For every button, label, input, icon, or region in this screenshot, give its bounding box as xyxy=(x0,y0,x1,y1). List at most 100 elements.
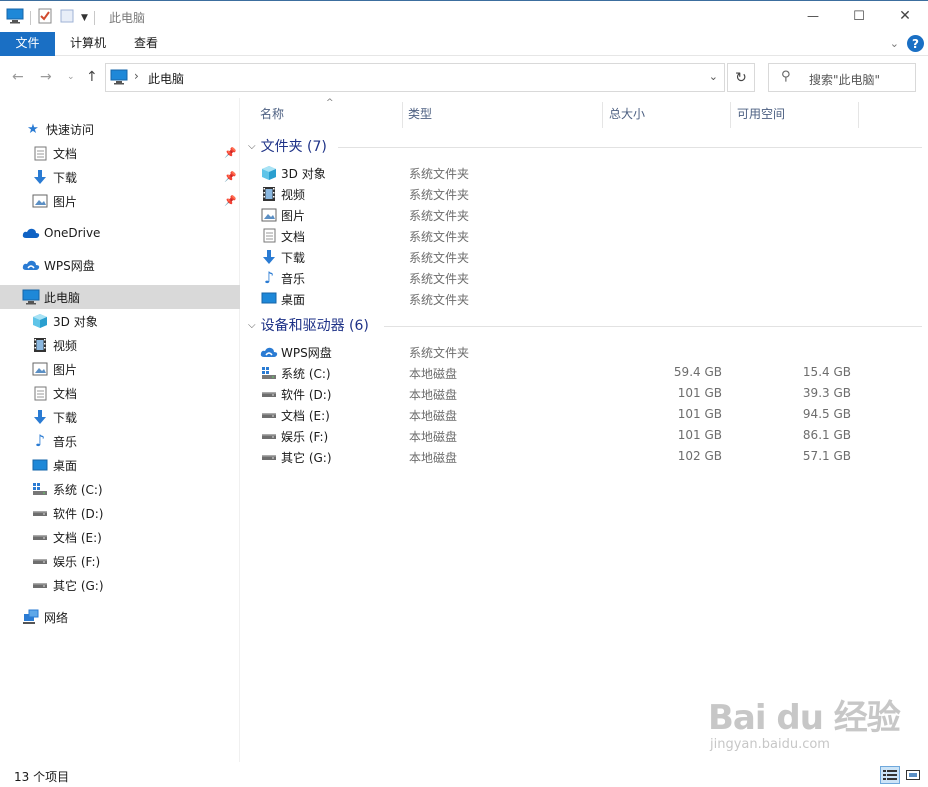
item-total-size: 101 GB xyxy=(677,407,722,421)
tab-computer[interactable]: 计算机 xyxy=(56,32,120,56)
window-title: 此电脑 xyxy=(109,11,146,25)
sidebar-item-pc-4[interactable]: 下载 xyxy=(0,405,240,429)
drive-icon xyxy=(31,504,49,522)
sidebar-item-pc-6[interactable]: 桌面 xyxy=(0,453,240,477)
sidebar-item-pc-0[interactable]: 3D 对象 xyxy=(0,309,240,333)
sidebar-item-network[interactable]: 网络 xyxy=(0,605,240,629)
toolbar-separator xyxy=(30,10,31,25)
list-item[interactable]: 文档 (E:) 本地磁盘 101 GB 94.5 GB xyxy=(258,404,898,425)
list-item[interactable]: 软件 (D:) 本地磁盘 101 GB 39.3 GB xyxy=(258,383,898,404)
column-header-type[interactable]: 类型 xyxy=(408,98,598,130)
sidebar-item-pc-3[interactable]: 文档 xyxy=(0,381,240,405)
details-view-button[interactable] xyxy=(880,766,900,784)
sidebar-item-documents-pinned[interactable]: 文档 📌 xyxy=(0,141,240,165)
pin-icon[interactable]: 📌 xyxy=(224,148,236,159)
sidebar-item-label: 3D 对象 xyxy=(53,314,98,329)
search-box[interactable]: ⚲ 搜索"此电脑" xyxy=(768,63,916,92)
column-header-free-space[interactable]: 可用空间 xyxy=(737,98,857,130)
sidebar-item-pc-8[interactable]: 软件 (D:) xyxy=(0,501,240,525)
sidebar-item-pc-11[interactable]: 其它 (G:) xyxy=(0,573,240,597)
item-total-size: 101 GB xyxy=(677,428,722,442)
collapse-chevron-icon[interactable]: ⌵ xyxy=(248,141,256,152)
column-divider[interactable] xyxy=(730,102,731,128)
customize-toolbar-dropdown-icon[interactable]: ▼ xyxy=(81,13,88,23)
list-item[interactable]: WPS网盘 系统文件夹 xyxy=(258,341,898,362)
refresh-button[interactable]: ↻ xyxy=(727,63,755,92)
new-folder-icon[interactable] xyxy=(59,8,75,27)
search-input[interactable]: 搜索"此电脑" xyxy=(809,71,880,88)
drive-icon xyxy=(260,448,278,465)
expand-ribbon-icon[interactable]: ⌄ xyxy=(890,37,899,50)
list-item[interactable]: ♪ 音乐 系统文件夹 xyxy=(258,267,898,288)
column-header-name[interactable]: 名称 xyxy=(260,98,400,130)
minimize-button[interactable]: — xyxy=(790,1,836,31)
close-button[interactable]: ✕ xyxy=(882,1,928,31)
item-free-space: 15.4 GB xyxy=(802,365,851,379)
sidebar-item-label: 桌面 xyxy=(53,458,78,473)
column-divider[interactable] xyxy=(402,102,403,128)
group-header-devices[interactable]: ⌵ 设备和驱动器 (6) xyxy=(248,314,369,336)
up-icon[interactable]: ↑ xyxy=(86,69,98,85)
list-item[interactable]: 3D 对象 系统文件夹 xyxy=(258,162,898,183)
sidebar-item-label: 下载 xyxy=(53,410,78,425)
sidebar-item-pc-1[interactable]: 视频 xyxy=(0,333,240,357)
sidebar-item-pc-9[interactable]: 文档 (E:) xyxy=(0,525,240,549)
sidebar-item-label: 系统 (C:) xyxy=(53,482,103,497)
list-item[interactable]: 桌面 系统文件夹 xyxy=(258,288,898,309)
address-bar[interactable]: › 此电脑 ⌄ xyxy=(105,63,725,92)
sidebar-item-pc-7[interactable]: 系统 (C:) xyxy=(0,477,240,501)
sidebar-item-label: 视频 xyxy=(53,338,78,353)
back-icon[interactable]: ← xyxy=(12,69,24,85)
forward-icon[interactable]: → xyxy=(40,69,52,85)
sidebar-item-label: 下载 xyxy=(53,170,78,185)
tab-file[interactable]: 文件 xyxy=(0,32,55,56)
address-dropdown-icon[interactable]: ⌄ xyxy=(709,70,718,83)
group-header-folders[interactable]: ⌵ 文件夹 (7) xyxy=(248,135,327,157)
item-type: 系统文件夹 xyxy=(409,293,470,307)
help-icon[interactable]: ? xyxy=(907,35,924,52)
list-item[interactable]: 下载 系统文件夹 xyxy=(258,246,898,267)
sidebar-item-this-pc[interactable]: 此电脑 xyxy=(0,285,240,309)
list-item[interactable]: 视频 系统文件夹 xyxy=(258,183,898,204)
sidebar-item-quick-access[interactable]: ★ 快速访问 xyxy=(0,117,240,141)
pin-icon[interactable]: 📌 xyxy=(224,196,236,207)
sidebar-item-label: 网络 xyxy=(44,610,69,625)
item-type: 系统文件夹 xyxy=(409,251,470,265)
tab-view[interactable]: 查看 xyxy=(120,32,172,56)
sidebar-item-pc-10[interactable]: 娱乐 (F:) xyxy=(0,549,240,573)
column-divider[interactable] xyxy=(858,102,859,128)
item-name: 娱乐 (F:) xyxy=(281,430,329,444)
list-item[interactable]: 文档 系统文件夹 xyxy=(258,225,898,246)
list-item[interactable]: 娱乐 (F:) 本地磁盘 101 GB 86.1 GB xyxy=(258,425,898,446)
recent-locations-icon[interactable]: ⌄ xyxy=(67,72,75,82)
sidebar-item-label: 软件 (D:) xyxy=(53,506,104,521)
item-total-size: 102 GB xyxy=(677,449,722,463)
onedrive-cloud-icon xyxy=(22,224,40,242)
download-icon xyxy=(31,168,49,186)
breadcrumb-this-pc[interactable]: 此电脑 xyxy=(148,70,184,87)
sidebar-item-pictures-pinned[interactable]: 图片 📌 xyxy=(0,189,240,213)
column-divider[interactable] xyxy=(602,102,603,128)
maximize-button[interactable]: ☐ xyxy=(836,1,882,31)
large-icons-view-icon xyxy=(906,770,920,780)
sidebar-item-pc-5[interactable]: ♪ 音乐 xyxy=(0,429,240,453)
list-item[interactable]: 系统 (C:) 本地磁盘 59.4 GB 15.4 GB xyxy=(258,362,898,383)
sidebar-item-pc-2[interactable]: 图片 xyxy=(0,357,240,381)
sidebar-item-wps-drive[interactable]: WPS网盘 xyxy=(0,253,240,277)
group-divider xyxy=(384,326,922,327)
drive-icon xyxy=(31,528,49,546)
breadcrumb-separator[interactable]: › xyxy=(134,69,139,83)
sidebar-item-label: 此电脑 xyxy=(44,290,81,305)
pin-icon[interactable]: 📌 xyxy=(224,172,236,183)
large-icons-view-button[interactable] xyxy=(903,766,923,784)
list-item[interactable]: 其它 (G:) 本地磁盘 102 GB 57.1 GB xyxy=(258,446,898,467)
sidebar-item-onedrive[interactable]: OneDrive xyxy=(0,221,240,245)
properties-icon[interactable] xyxy=(37,8,53,27)
list-item[interactable]: 图片 系统文件夹 xyxy=(258,204,898,225)
sidebar-item-downloads-pinned[interactable]: 下载 📌 xyxy=(0,165,240,189)
item-type: 系统文件夹 xyxy=(409,346,470,360)
column-header-total-size[interactable]: 总大小 xyxy=(609,98,729,130)
collapse-chevron-icon[interactable]: ⌵ xyxy=(248,320,256,331)
sidebar-item-label: 音乐 xyxy=(53,434,78,449)
cloud-icon xyxy=(260,343,278,360)
